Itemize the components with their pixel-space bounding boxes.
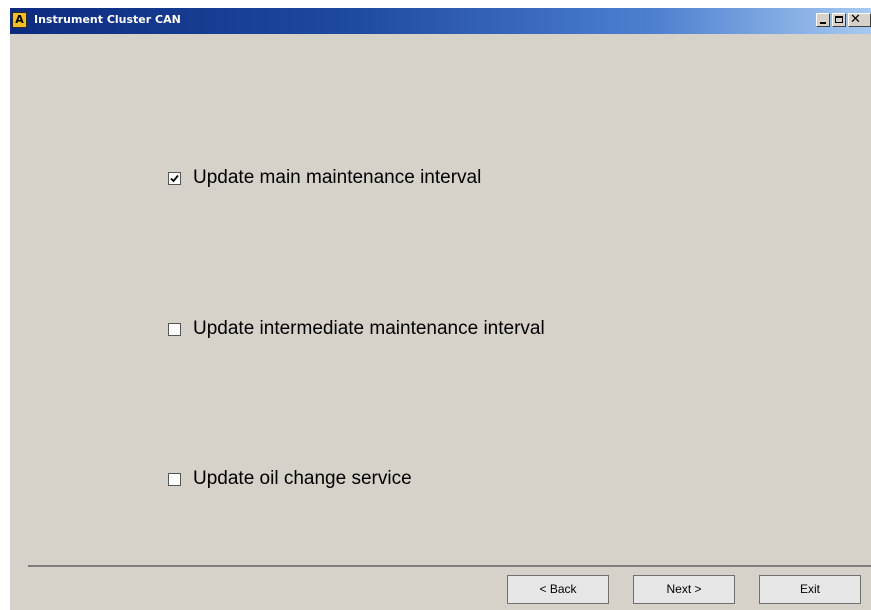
maximize-button[interactable] xyxy=(832,13,846,27)
checkmark-icon xyxy=(170,174,179,182)
option-intermediate-maintenance[interactable]: Update intermediate maintenance interval xyxy=(168,318,545,340)
close-icon: ✕ xyxy=(850,12,861,27)
window-title: Instrument Cluster CAN xyxy=(34,13,181,26)
minimize-button[interactable] xyxy=(816,13,830,27)
option-oil-change[interactable]: Update oil change service xyxy=(168,468,412,490)
checkbox-oil-change[interactable] xyxy=(168,472,181,486)
checkbox-main-maintenance[interactable] xyxy=(168,171,181,185)
back-button[interactable]: < Back xyxy=(507,575,609,604)
option-main-maintenance[interactable]: Update main maintenance interval xyxy=(168,167,481,189)
option-label-intermediate-maintenance: Update intermediate maintenance interval xyxy=(193,318,545,339)
exit-button[interactable]: Exit xyxy=(759,575,861,604)
option-label-main-maintenance: Update main maintenance interval xyxy=(193,167,482,188)
next-button[interactable]: Next > xyxy=(633,575,735,604)
checkbox-intermediate-maintenance[interactable] xyxy=(168,322,181,336)
minimize-icon xyxy=(820,22,826,24)
close-button[interactable]: ✕ xyxy=(848,12,871,27)
maximize-icon xyxy=(835,16,843,23)
option-label-oil-change: Update oil change service xyxy=(193,468,412,489)
footer-separator xyxy=(28,565,871,567)
title-bar[interactable]: A Instrument Cluster CAN ✕ xyxy=(10,8,871,34)
main-window: A Instrument Cluster CAN ✕ Update main m… xyxy=(10,8,871,610)
app-icon: A xyxy=(12,12,27,28)
